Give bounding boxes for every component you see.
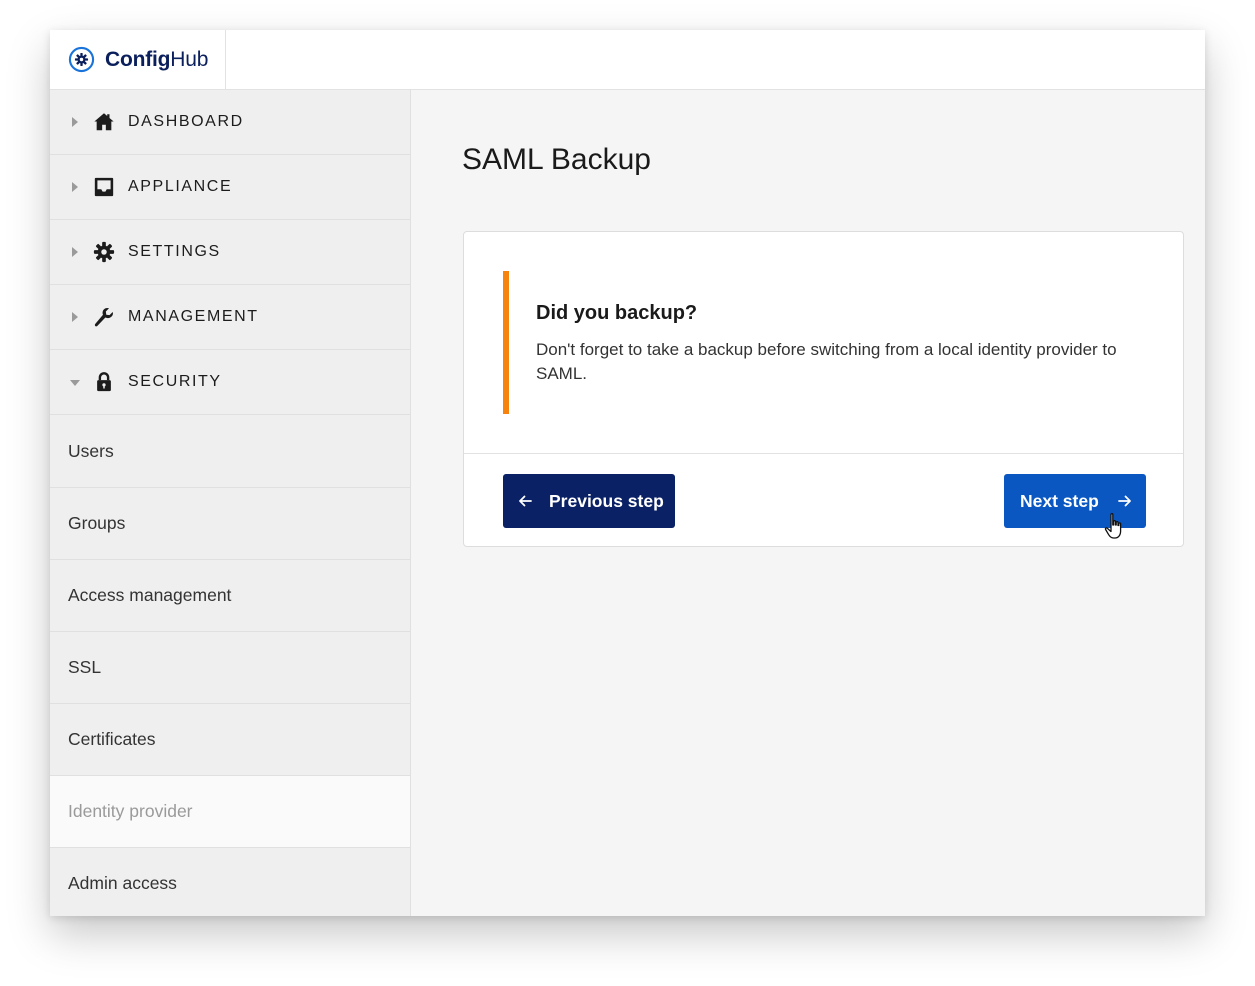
caret-down-icon	[70, 380, 80, 386]
sidebar: DASHBOARD APPLIANCE SETTINGS MANAGEMENT …	[50, 90, 411, 916]
caret-right-icon	[72, 247, 78, 257]
lock-icon	[97, 372, 111, 392]
sidebar-item-identity-provider[interactable]: Identity provider	[50, 776, 410, 848]
brand-logo-link[interactable]: ConfigHub	[50, 30, 226, 89]
previous-step-button[interactable]: Previous step	[503, 474, 675, 528]
sidebar-item-admin-access[interactable]: Admin access	[50, 848, 410, 916]
arrow-left-icon	[519, 495, 532, 507]
sidebar-item-label: MANAGEMENT	[128, 308, 259, 325]
sidebar-item-label: SETTINGS	[128, 243, 221, 260]
page-title: SAML Backup	[462, 143, 651, 176]
sidebar-item-users[interactable]: Users	[50, 415, 410, 488]
main-content: SAML Backup Did you backup? Don't forget…	[411, 90, 1205, 916]
notice-text: Don't forget to take a backup before swi…	[536, 340, 1117, 383]
caret-right-icon	[72, 312, 78, 322]
sidebar-item-label: APPLIANCE	[128, 178, 233, 195]
sidebar-item-management[interactable]: MANAGEMENT	[50, 285, 410, 350]
next-step-button[interactable]: Next step	[1004, 474, 1146, 528]
sidebar-item-settings[interactable]: SETTINGS	[50, 220, 410, 285]
warning-notice: Did you backup? Don't forget to take a b…	[503, 271, 1143, 414]
app-window: ConfigHub DASHBOARD APPLIANCE SETTINGS M…	[50, 30, 1205, 916]
caret-right-icon	[72, 117, 78, 127]
notice-title: Did you backup?	[536, 302, 698, 324]
sidebar-item-ssl[interactable]: SSL	[50, 632, 410, 704]
home-icon	[94, 113, 114, 131]
sidebar-item-appliance[interactable]: APPLIANCE	[50, 155, 410, 220]
inbox-tray-icon	[94, 177, 114, 197]
sidebar-item-certificates[interactable]: Certificates	[50, 704, 410, 776]
previous-step-label: Previous step	[549, 490, 664, 511]
caret-right-icon	[72, 182, 78, 192]
top-bar: ConfigHub	[50, 30, 1205, 90]
card-divider	[464, 453, 1183, 454]
sidebar-item-dashboard[interactable]: DASHBOARD	[50, 90, 410, 155]
sidebar-item-label: DASHBOARD	[128, 113, 244, 130]
next-step-label: Next step	[1020, 490, 1099, 511]
gear-circle-icon	[68, 46, 95, 73]
sidebar-item-security[interactable]: SECURITY	[50, 350, 410, 415]
brand-name: ConfigHub	[105, 47, 209, 71]
sidebar-item-label: SECURITY	[128, 373, 222, 390]
sidebar-item-access-management[interactable]: Access management	[50, 560, 410, 632]
wrench-icon	[94, 307, 113, 327]
arrow-right-icon	[1117, 495, 1131, 507]
gear-icon	[93, 241, 115, 263]
wizard-card: Did you backup? Don't forget to take a b…	[463, 231, 1184, 547]
sidebar-item-groups[interactable]: Groups	[50, 488, 410, 560]
